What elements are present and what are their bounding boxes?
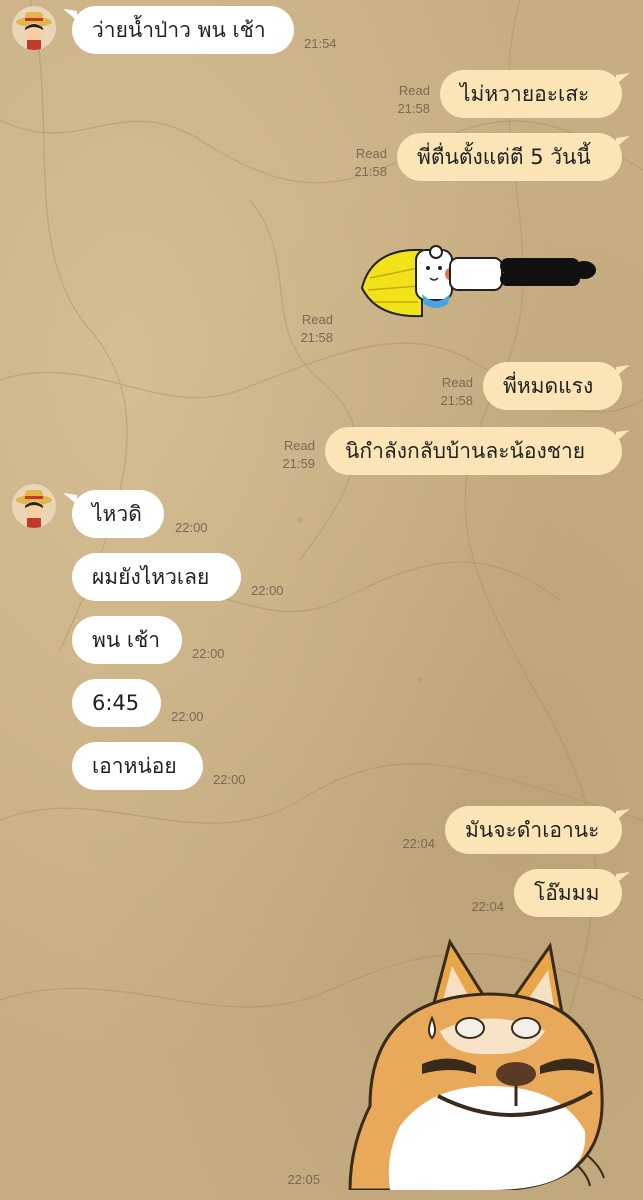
read-receipt: Read bbox=[283, 438, 315, 453]
message-time: 22:04 bbox=[471, 899, 504, 914]
bubble-tail bbox=[63, 9, 77, 21]
message-bubble-outgoing[interactable]: พี่ตื่นตั้งแต่ตี 5 วันนี้ bbox=[397, 133, 622, 181]
bubble-tail bbox=[616, 809, 630, 821]
message-bubble-incoming[interactable]: เอาหน่อย bbox=[72, 742, 203, 790]
lying-down-character-sticker[interactable] bbox=[352, 238, 602, 324]
message-time: 22:05 bbox=[287, 1172, 320, 1187]
bubble-tail bbox=[616, 365, 630, 377]
bubble-tail bbox=[616, 73, 630, 85]
message-bubble-outgoing[interactable]: นิกำลังกลับบ้านละน้องชาย bbox=[325, 427, 622, 475]
message-time: 22:00 bbox=[251, 583, 284, 598]
message-bubble-incoming[interactable]: ผมยังไหวเลย bbox=[72, 553, 241, 601]
bubble-tail bbox=[616, 872, 630, 884]
read-receipt: Read bbox=[355, 146, 387, 161]
message-time: 22:04 bbox=[402, 836, 435, 851]
message-bubble-incoming[interactable]: 6:45 bbox=[72, 679, 161, 727]
message-bubble-outgoing[interactable]: ไม่หวายอะเสะ bbox=[440, 70, 622, 118]
message-time: 21:58 bbox=[354, 164, 387, 179]
message-time: 22:00 bbox=[175, 520, 208, 535]
message-time: 21:58 bbox=[397, 101, 430, 116]
bubble-tail bbox=[63, 493, 77, 505]
message-bubble-outgoing[interactable]: โอ๊มมม bbox=[514, 869, 622, 917]
shiba-dog-smirk-sticker[interactable] bbox=[330, 936, 620, 1190]
straw-hat-avatar-icon bbox=[16, 12, 52, 50]
bubble-tail bbox=[616, 430, 630, 442]
contact-avatar[interactable] bbox=[12, 6, 56, 50]
straw-hat-avatar-icon bbox=[16, 490, 52, 528]
message-time: 21:59 bbox=[282, 456, 315, 471]
message-bubble-outgoing[interactable]: พี่หมดแรง bbox=[483, 362, 622, 410]
message-time: 21:58 bbox=[300, 330, 333, 345]
message-time: 22:00 bbox=[171, 709, 204, 724]
message-bubble-outgoing[interactable]: มันจะดำเอานะ bbox=[445, 806, 622, 854]
message-time: 22:00 bbox=[192, 646, 225, 661]
message-bubble-incoming[interactable]: ไหวดิ bbox=[72, 490, 164, 538]
message-bubble-incoming[interactable]: พน เช้า bbox=[72, 616, 182, 664]
contact-avatar[interactable] bbox=[12, 484, 56, 528]
bubble-tail bbox=[616, 136, 630, 148]
message-bubble-incoming[interactable]: ว่ายน้ำป่าว พน เช้า bbox=[72, 6, 294, 54]
read-receipt: Read bbox=[301, 312, 333, 327]
read-receipt: Read bbox=[398, 83, 430, 98]
read-receipt: Read bbox=[441, 375, 473, 390]
message-time: 22:00 bbox=[213, 772, 246, 787]
message-time: 21:58 bbox=[440, 393, 473, 408]
message-time: 21:54 bbox=[304, 36, 337, 51]
